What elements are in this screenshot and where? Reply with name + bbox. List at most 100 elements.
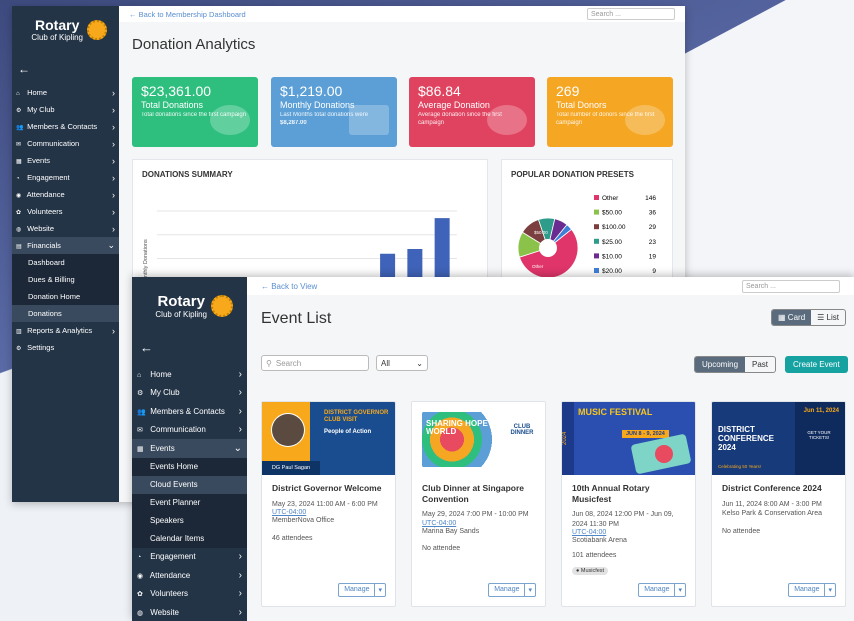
grid-icon: ▦ — [778, 313, 788, 322]
sidebar-item-financials[interactable]: ▤ Financials ⌄ — [12, 237, 119, 254]
sidebar-item-home[interactable]: ⌂ Home › — [12, 84, 119, 101]
sidebar-subitem[interactable]: Donation Home — [12, 288, 119, 305]
sidebar-item-home[interactable]: ⌂ Home › — [132, 365, 247, 384]
sidebar-item-my-club[interactable]: ⚙ My Club › — [12, 101, 119, 118]
sidebar-item-members-contacts[interactable]: 👥 Members & Contacts › — [12, 118, 119, 135]
legend-value: 146 — [645, 195, 656, 202]
pie-hole — [539, 239, 557, 257]
event-card[interactable]: 2024 MUSIC FESTIVAL JUN 8 - 9, 2024 10th… — [561, 401, 696, 607]
event-banner: DG Paul Sagan DISTRICT GOVERNOR CLUB VIS… — [262, 402, 395, 475]
legend-swatch — [594, 238, 599, 244]
people-icon: 👥 — [16, 125, 24, 131]
search-input[interactable]: Search ... — [587, 8, 675, 20]
event-filter-select[interactable]: All ⌄ — [376, 355, 428, 371]
event-title[interactable]: District Governor Welcome — [272, 483, 385, 494]
sidebar-subitem[interactable]: Cloud Events — [132, 475, 247, 494]
sidebar-subitem[interactable]: Dashboard — [12, 254, 119, 271]
manage-button[interactable]: Manage — [339, 584, 374, 596]
sidebar-item-volunteers[interactable]: ✿ Volunteers › — [12, 203, 119, 220]
event-title[interactable]: Club Dinner at Singapore Convention — [422, 483, 535, 504]
chevron-right-icon: › — [238, 588, 242, 600]
upcoming-tab[interactable]: Upcoming — [695, 357, 746, 372]
back-link[interactable]: ← Back to View — [261, 282, 317, 291]
sidebar-subitem[interactable]: Events Home — [132, 457, 247, 476]
back-link[interactable]: ← Back to Membership Dashboard — [129, 10, 246, 19]
event-timezone[interactable]: UTC-04:00 — [272, 509, 385, 516]
globe-icon: ◍ — [16, 227, 22, 233]
sidebar-item-my-club[interactable]: ⚙ My Club › — [132, 384, 247, 403]
sidebar-item-label: Volunteers — [150, 589, 189, 599]
sidebar-item-volunteers[interactable]: ✿ Volunteers › — [132, 585, 247, 604]
list-icon: ☰ — [817, 313, 827, 322]
sidebar-item-attendance[interactable]: ◉ Attendance › — [132, 566, 247, 585]
list-view-button[interactable]: ☰ List — [811, 310, 845, 325]
sidebar-subitem[interactable]: Speakers — [132, 511, 247, 530]
sidebar-item-engagement[interactable]: ◔ Engagement › — [132, 548, 247, 567]
event-title[interactable]: 10th Annual Rotary Musicfest — [572, 483, 685, 504]
sidebar-item-events[interactable]: ▦ Events ⌄ — [132, 439, 247, 458]
legend-value: 36 — [649, 210, 657, 217]
event-title[interactable]: District Conference 2024 — [722, 483, 835, 494]
chevron-right-icon: ⌄ — [233, 442, 242, 454]
sidebar-item-label: Communication — [27, 139, 80, 148]
legend-value: 23 — [649, 239, 657, 246]
back-arrow-icon[interactable]: ← — [132, 329, 247, 365]
sidebar-item-attendance[interactable]: ◉ Attendance › — [12, 186, 119, 203]
rotary-wheel-icon — [211, 295, 233, 317]
sidebar-item-members-contacts[interactable]: 👥 Members & Contacts › — [132, 402, 247, 421]
manage-button[interactable]: Manage — [489, 584, 524, 596]
caret-down-icon[interactable]: ▾ — [674, 584, 685, 596]
rotary-wheel-icon — [87, 20, 107, 40]
sidebar-item-events[interactable]: ▦ Events › — [12, 152, 119, 169]
caret-down-icon[interactable]: ▾ — [524, 584, 535, 596]
sidebar-item-website[interactable]: ◍ Website › — [132, 603, 247, 621]
past-tab[interactable]: Past — [745, 357, 775, 372]
event-timezone[interactable]: UTC-04:00 — [572, 529, 685, 536]
envelope-icon: ✉ — [16, 142, 22, 148]
event-card[interactable]: SHARING HOPE WITH THE WORLD CLUB DINNER … — [411, 401, 546, 607]
document-icon: ▤ — [16, 244, 22, 250]
club-logo[interactable]: Rotary Club of Kipling — [12, 6, 119, 54]
chevron-right-icon: › — [238, 569, 242, 581]
speaker-photo — [272, 414, 304, 446]
legend-value: 9 — [652, 268, 656, 275]
manage-button[interactable]: Manage — [789, 584, 824, 596]
sidebar-item-communication[interactable]: ✉ Communication › — [12, 135, 119, 152]
caret-down-icon[interactable]: ▾ — [824, 584, 835, 596]
event-search-input[interactable]: ⚲ Search — [261, 355, 369, 371]
sidebar-subitem[interactable]: Donations — [12, 305, 119, 322]
search-input[interactable]: Search ... — [742, 279, 840, 293]
sidebar-subitem[interactable]: Event Planner — [132, 493, 247, 512]
pie-slice-label: $50.00 — [534, 230, 548, 235]
club-logo[interactable]: Rotary Club of Kipling — [132, 277, 247, 329]
event-location: Kelso Park & Conservation Area — [722, 510, 822, 518]
event-tag: ● Musicfest — [572, 566, 609, 575]
sidebar-item-label: My Club — [150, 388, 180, 398]
card-view-button[interactable]: ▦ Card — [772, 310, 812, 325]
sidebar-item-label: Attendance — [149, 570, 191, 580]
create-event-button[interactable]: Create Event — [785, 356, 848, 373]
back-arrow-icon[interactable]: ← — [12, 54, 119, 84]
event-card[interactable]: DG Paul Sagan DISTRICT GOVERNOR CLUB VIS… — [261, 401, 396, 607]
manage-button-group: Manage ▾ — [638, 583, 686, 597]
event-card[interactable]: Jun 11, 2024 DISTRICT CONFERENCE 2024 GE… — [711, 401, 846, 607]
event-location: MemberNova Office — [272, 517, 335, 525]
sidebar-item-settings[interactable]: ⚙ Settings — [12, 339, 119, 356]
legend-label: Other — [602, 195, 619, 202]
sidebar-subitem[interactable]: Calendar Items — [132, 529, 247, 548]
sidebar-item-communication[interactable]: ✉ Communication › — [132, 421, 247, 440]
org-sub: Club of Kipling — [31, 33, 83, 42]
sidebar-item-website[interactable]: ◍ Website › — [12, 220, 119, 237]
sidebar-item-label: Website — [150, 607, 179, 617]
sidebar-item-label: Engagement — [150, 552, 196, 562]
panel-title: POPULAR DONATION PRESETS — [511, 170, 634, 179]
manage-button[interactable]: Manage — [639, 584, 674, 596]
gear-icon: ⚙ — [16, 346, 22, 352]
caret-down-icon[interactable]: ▾ — [374, 584, 385, 596]
sidebar-item-engagement[interactable]: ◔ Engagement › — [12, 169, 119, 186]
sidebar-item-reports-analytics[interactable]: ▥ Reports & Analytics › — [12, 322, 119, 339]
chevron-right-icon: › — [238, 405, 242, 417]
sidebar-subitem[interactable]: Dues & Billing — [12, 271, 119, 288]
sidebar-item-label: Financials — [27, 241, 61, 250]
event-timezone[interactable]: UTC-04:00 — [422, 520, 535, 527]
